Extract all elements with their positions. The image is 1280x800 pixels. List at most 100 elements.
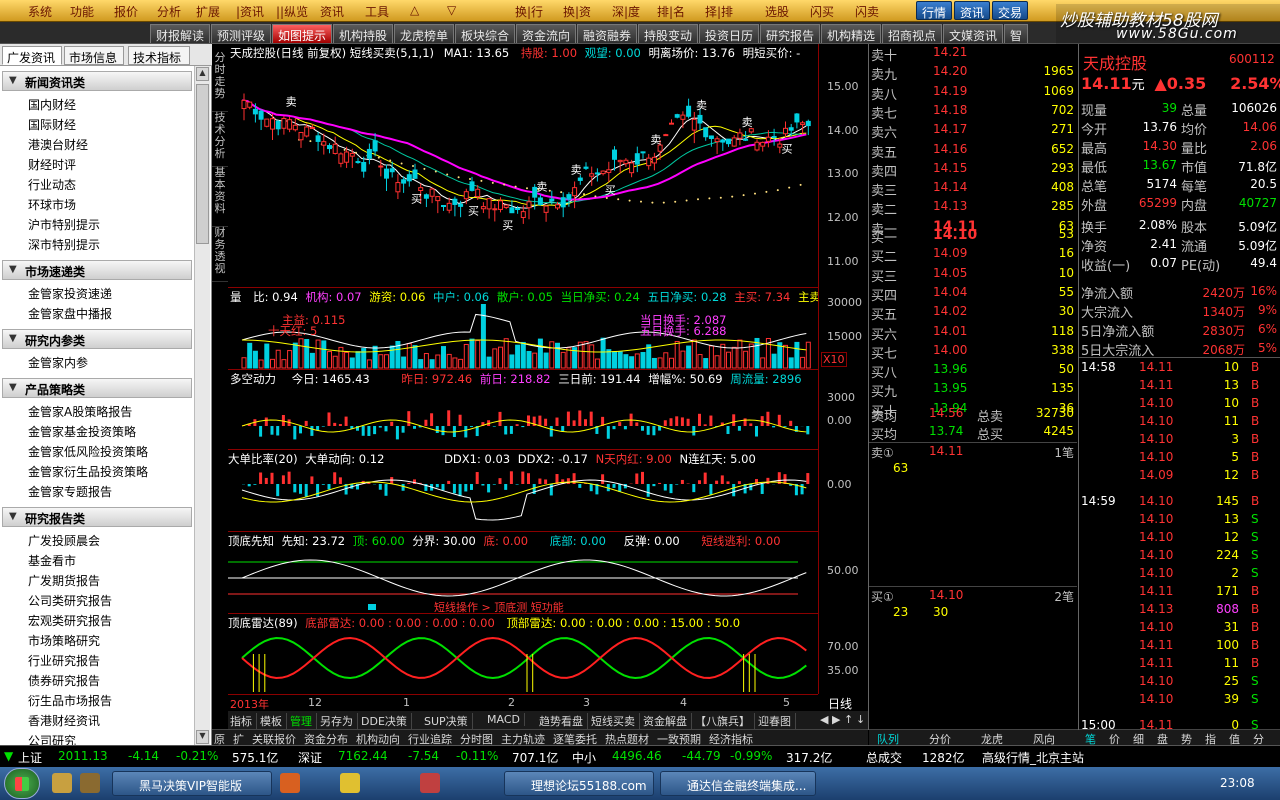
news-item[interactable]: 衍生品市场报告 (28, 692, 112, 709)
indicator-tab[interactable]: 模板 (260, 713, 287, 729)
bid-row[interactable]: 买七 14.00 338 (869, 342, 1077, 362)
tab-11[interactable]: 机构精选 (821, 24, 881, 43)
taskbar-item-2[interactable]: 理想论坛55188.com (504, 771, 654, 796)
indicator-tab[interactable]: 短线买卖 (591, 713, 640, 729)
menu-item[interactable]: △ (410, 3, 419, 17)
taskbar-item-3[interactable]: 通达信金融终端集成... (660, 771, 816, 796)
menu-item[interactable]: 排|名 (657, 3, 685, 20)
news-tab-2[interactable]: 技术指标 (128, 46, 190, 65)
menu-item[interactable]: 分析 (157, 3, 181, 20)
news-item[interactable]: 债券研究报告 (28, 672, 100, 689)
menu-item[interactable]: 选股 (765, 3, 789, 20)
news-section[interactable]: ▼ 新闻资讯类 (2, 71, 192, 91)
top-button[interactable]: 交易 (992, 1, 1028, 20)
ask-row[interactable]: 卖三 14.14 408 (869, 179, 1077, 199)
app-icon[interactable] (420, 773, 440, 793)
indicator-tab[interactable]: MACD (487, 713, 525, 726)
tab-1[interactable]: 预测评级 (211, 24, 271, 43)
indicator-tab[interactable]: 另存为 (320, 713, 358, 729)
indicator-tab[interactable]: SUP决策 (424, 713, 473, 729)
indicator-tab[interactable]: DDE决策 (361, 713, 412, 729)
nav-arrow-icon[interactable]: ↓ (856, 713, 865, 726)
collapse-triangle-icon[interactable]: ▼ (9, 511, 17, 522)
app-icon[interactable] (340, 773, 360, 793)
menu-item[interactable]: 报价 (114, 3, 138, 20)
top-button[interactable]: 行情 (916, 1, 952, 20)
ask-row[interactable]: 卖二 14.13 285 (869, 198, 1077, 218)
bigorder-pane[interactable]: 大单比率(20) 大单动向: 0.12 DDX1: 0.03 DDX2: -0.… (228, 450, 818, 532)
media-icon[interactable] (280, 773, 300, 793)
indicator-tab[interactable]: 指标 (230, 713, 257, 729)
news-item[interactable]: 金管家盘中播报 (28, 305, 112, 322)
scroll-thumb[interactable] (196, 84, 209, 244)
ask-row[interactable]: 卖九 14.20 1965 (869, 63, 1077, 83)
menu-item[interactable]: 工具 (365, 3, 389, 20)
news-section[interactable]: ▼ 市场速递类 (2, 260, 192, 280)
topbottom-pane[interactable]: 顶底先知 先知: 23.72 顶: 60.00 分界: 30.00 底: 0.0… (228, 532, 818, 614)
collapse-triangle-icon[interactable]: ▼ (9, 333, 17, 344)
news-item[interactable]: 金管家A股策略报告 (28, 403, 132, 420)
top-button[interactable]: 资讯 (954, 1, 990, 20)
ask-row[interactable]: 卖七 14.18 702 (869, 102, 1077, 122)
tab-7[interactable]: 融资融券 (577, 24, 637, 43)
ask-row[interactable]: 卖四 14.15 293 (869, 160, 1077, 180)
bid-row[interactable]: 买九 13.95 135 (869, 380, 1077, 400)
ask-row[interactable]: 卖六 14.17 271 (869, 121, 1077, 141)
menu-item[interactable]: 择|排 (705, 3, 733, 20)
news-item[interactable]: 港澳台财经 (28, 136, 88, 153)
folder-icon[interactable] (80, 773, 100, 793)
news-item[interactable]: 国际财经 (28, 116, 76, 133)
volume-pane[interactable]: 量 比: 0.94 机构: 0.07 游资: 0.06 中户: 0.06 散户:… (228, 288, 854, 370)
tab-3[interactable]: 机构持股 (333, 24, 393, 43)
menu-item[interactable]: ||纵览 (276, 3, 308, 20)
news-item[interactable]: 香港财经资讯 (28, 712, 100, 729)
menu-item[interactable]: 换|资 (563, 3, 591, 20)
tab-2[interactable]: 如图提示 (272, 24, 332, 43)
nav-arrow-icon[interactable]: ↑ (844, 713, 853, 726)
indicator-tab[interactable]: 管理 (290, 713, 317, 729)
news-item[interactable]: 金管家专题报告 (28, 483, 112, 500)
news-section[interactable]: ▼ 产品策略类 (2, 378, 192, 398)
side-tab-2[interactable]: 基 本 资 料 (212, 167, 228, 227)
side-tab-1[interactable]: 技 术 分 析 (212, 112, 228, 167)
kline-pane[interactable]: 天成控股(日线 前复权) 短线买卖(5,1,1) MA1: 13.65 持股: … (228, 44, 818, 288)
menu-item[interactable]: 换|行 (515, 3, 543, 20)
news-section[interactable]: ▼ 研究报告类 (2, 507, 192, 527)
news-item[interactable]: 广发投顾晨会 (28, 532, 100, 549)
news-item[interactable]: 环球市场 (28, 196, 76, 213)
menu-item[interactable]: 系统 (28, 3, 52, 20)
news-item[interactable]: 金管家内参 (28, 354, 88, 371)
queue-row[interactable]: 买① 14.10 2笔 23 30 (869, 586, 1077, 619)
indicator-tab[interactable]: 资金解盘 (643, 713, 692, 729)
news-item[interactable]: 基金看市 (28, 552, 76, 569)
menu-item[interactable]: |资讯 (236, 3, 264, 20)
ask-row[interactable]: 卖八 14.19 1069 (869, 83, 1077, 103)
index-name[interactable]: 中小 (572, 749, 596, 766)
tab-13[interactable]: 文媒资讯 (943, 24, 1003, 43)
tab-10[interactable]: 研究报告 (760, 24, 820, 43)
tab-0[interactable]: 财报解读 (150, 24, 210, 43)
indicator-tab[interactable]: 趋势看盘 (539, 713, 588, 729)
news-item[interactable]: 行业研究报告 (28, 652, 100, 669)
ask-row[interactable]: 卖十 14.21 (869, 44, 1077, 64)
ask-row[interactable]: 卖五 14.16 652 (869, 141, 1077, 161)
index-name[interactable]: 上证 (18, 749, 42, 766)
bid-row[interactable]: 买六 14.01 118 (869, 323, 1077, 343)
menu-item[interactable]: 资讯 (320, 3, 344, 20)
news-panel-scrollbar[interactable]: ▲ ▼ (194, 66, 210, 745)
news-section[interactable]: ▼ 研究内参类 (2, 329, 192, 349)
indicator-tab[interactable]: 迎春图 (758, 713, 796, 729)
tab-9[interactable]: 投资日历 (699, 24, 759, 43)
scroll-up-icon[interactable]: ▲ (196, 67, 209, 81)
bid-row[interactable]: 买四 14.04 55 (869, 284, 1077, 304)
news-item[interactable]: 金管家衍生品投资策略 (28, 463, 148, 480)
tab-6[interactable]: 资金流向 (516, 24, 576, 43)
menu-item[interactable]: 闪卖 (855, 3, 879, 20)
tab-14[interactable]: 智 (1004, 24, 1028, 43)
nav-arrow-icon[interactable]: ▶ (832, 713, 840, 726)
news-item[interactable]: 金管家投资速递 (28, 285, 112, 302)
menu-item[interactable]: 功能 (70, 3, 94, 20)
server-name[interactable]: 高级行情_北京主站 (982, 749, 1084, 766)
tab-8[interactable]: 持股变动 (638, 24, 698, 43)
menu-item[interactable]: ▽ (447, 3, 456, 17)
